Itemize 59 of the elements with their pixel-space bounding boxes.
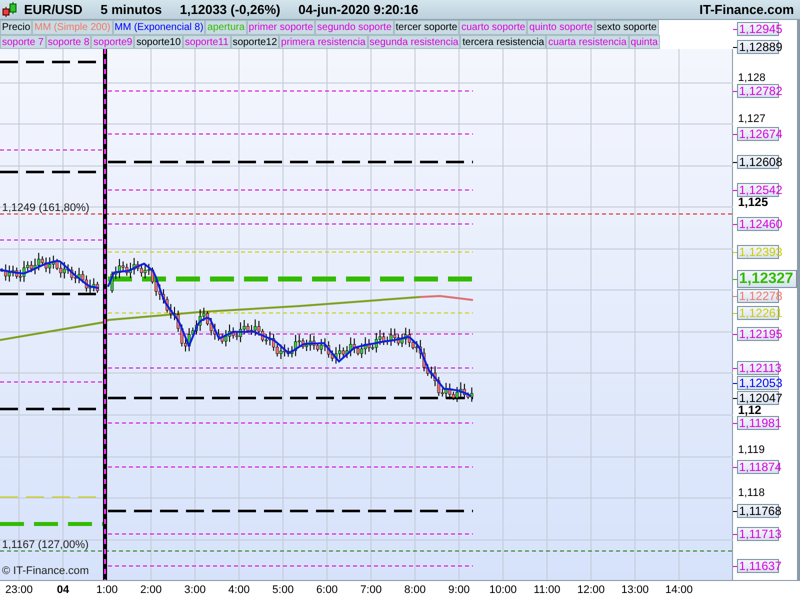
legend-item[interactable]: soporte12	[230, 34, 280, 49]
price-label: 1,12113	[737, 361, 779, 375]
legend-item[interactable]: primer soporte	[246, 20, 316, 34]
time-tick: 2:00	[139, 584, 163, 597]
legend-item[interactable]: segunda resistencia	[368, 34, 460, 49]
time-tick: 1:00	[95, 584, 119, 597]
legend-item[interactable]: soporte 7	[0, 34, 46, 49]
legend-item[interactable]: apertura	[205, 20, 247, 34]
legend-item[interactable]: soporte10	[134, 34, 183, 49]
legend-item[interactable]: soporte11	[182, 34, 231, 49]
legend-item[interactable]: soporte 8	[46, 34, 92, 49]
symbol: EUR/USD	[24, 0, 83, 19]
date-time: 04-jun-2020 9:20:16	[298, 0, 418, 19]
price-label: 1,11874	[737, 460, 779, 474]
time-tick: 9:00	[447, 584, 471, 597]
legend-item[interactable]: tercer soporte	[394, 20, 460, 34]
time-tick: 7:00	[359, 584, 383, 597]
candlestick-icon	[2, 1, 18, 18]
legend-item[interactable]: tercera resistencia	[460, 34, 546, 49]
legend-item[interactable]: Precio	[0, 20, 32, 34]
site-name: IT-Finance.com	[699, 0, 794, 19]
fibonacci-label: 1,1249 (161,80%)	[2, 202, 90, 214]
price-label: 1,11981	[737, 416, 779, 430]
price-tick: 1,127	[738, 114, 766, 125]
legend-item[interactable]: cuarta resistencia	[546, 34, 629, 49]
time-tick: 13:00	[620, 584, 650, 597]
time-tick: 5:00	[271, 584, 295, 597]
legend-item[interactable]: sexto soporte	[594, 20, 659, 34]
legend-item[interactable]: MM (Simple 200)	[32, 20, 112, 34]
legend-item[interactable]: quinto soporte	[527, 20, 595, 34]
time-tick: 11:00	[532, 584, 562, 597]
legend-item[interactable]: segundo soporte	[315, 20, 394, 34]
price-label: 1,11713	[737, 527, 779, 541]
legend-item[interactable]: primera resistencia	[279, 34, 368, 49]
time-tick: 10:00	[488, 584, 518, 597]
price-tick: 1,118	[738, 488, 765, 499]
fibonacci-label: 1,1167 (127,00%)	[2, 539, 89, 551]
price-tick: 1,119	[738, 445, 765, 456]
legend-item[interactable]: cuarto soporte	[459, 20, 528, 34]
time-tick: 6:00	[315, 584, 339, 597]
price-label: 1,11637	[737, 559, 779, 573]
price-tick: 1,128	[738, 73, 766, 84]
time-tick: 12:00	[576, 584, 606, 597]
legend-item[interactable]: soporte9	[91, 34, 134, 49]
time-tick: 3:00	[183, 584, 207, 597]
legend-item[interactable]: MM (Exponencial 8)	[112, 20, 206, 34]
last-price: 1,12033 (-0,26%)	[180, 0, 280, 19]
interval: 5 minutos	[100, 0, 162, 19]
price-label: 1,11768	[737, 504, 779, 518]
time-tick: 14:00	[664, 584, 694, 597]
time-tick: 23:00	[4, 584, 34, 597]
time-tick: 04	[56, 584, 70, 597]
price-label: 1,12327	[737, 270, 797, 288]
price-tick: 1,125	[738, 197, 768, 208]
time-tick: 8:00	[403, 584, 427, 597]
legend-item[interactable]: quinta	[628, 34, 660, 49]
time-tick: 4:00	[227, 584, 251, 597]
credit-text: © IT-Finance.com	[2, 565, 89, 577]
price-tick: 1,12	[738, 405, 762, 416]
